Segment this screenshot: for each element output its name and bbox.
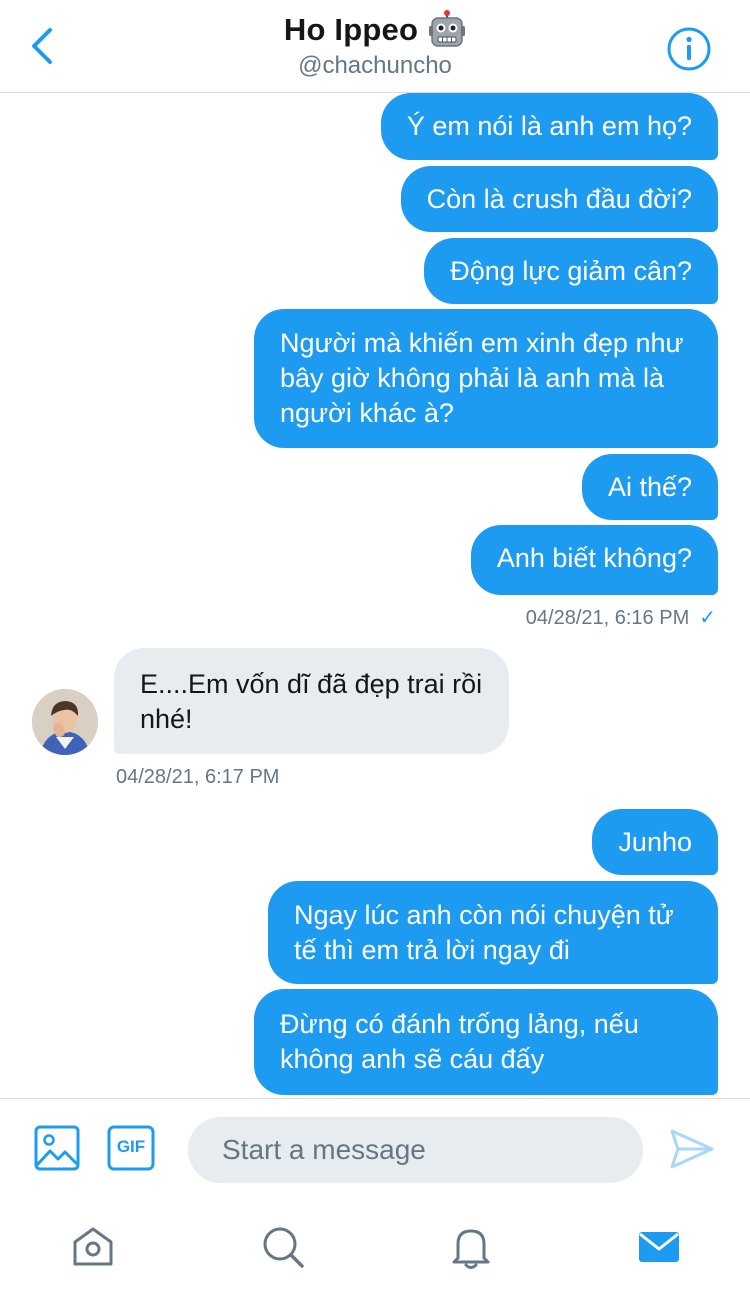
gif-label: GIF [116, 1137, 146, 1156]
robot-icon [429, 10, 466, 47]
message-text: Ngay lúc anh còn nói chuyện tử tế thì em… [294, 900, 674, 965]
message-text: Junho [618, 827, 692, 857]
message-text: E....Em vốn dĩ đã đẹp trai rồi nhé! [140, 669, 483, 734]
send-icon [670, 1129, 714, 1169]
send-button[interactable] [668, 1127, 716, 1171]
message-text: Còn là crush đầu đời? [426, 184, 692, 214]
message-text: Người mà khiến em xinh đẹp như bây giờ k… [280, 328, 684, 428]
tab-home[interactable] [68, 1222, 118, 1272]
home-icon [73, 1227, 113, 1266]
tab-notifications[interactable] [446, 1222, 496, 1272]
tab-messages[interactable] [634, 1222, 684, 1272]
message-bubble-outgoing[interactable]: Junho [592, 809, 718, 875]
bell-icon [452, 1229, 490, 1269]
timestamp-text: 04/28/21, 6:17 PM [116, 766, 280, 788]
image-icon [34, 1125, 80, 1171]
message-text: Đừng có đánh trống lảng, nếu không anh s… [280, 1009, 639, 1074]
message-text: Anh biết không? [496, 543, 692, 573]
conversation-header: Ho Ippeo @chachuncho [0, 0, 750, 93]
message-bubble-incoming[interactable]: E....Em vốn dĩ đã đẹp trai rồi nhé! [114, 648, 509, 754]
message-bubble-outgoing[interactable]: Anh biết không? [470, 525, 718, 595]
add-image-button[interactable] [34, 1125, 80, 1171]
message-timestamp: 04/28/21, 6:17 PM [116, 766, 279, 789]
message-composer: GIF [0, 1098, 750, 1203]
tab-search[interactable] [258, 1222, 308, 1272]
search-icon [263, 1227, 304, 1268]
conversation-handle: @chachuncho [298, 52, 452, 79]
message-bubble-outgoing[interactable]: Còn là crush đầu đời? [400, 166, 718, 232]
info-button[interactable] [666, 26, 712, 72]
message-bubble-outgoing[interactable]: Ý em nói là anh em họ? [380, 93, 718, 160]
avatar[interactable] [32, 689, 98, 755]
message-text: Động lực giảm cân? [450, 256, 692, 286]
message-timestamp: 04/28/21, 6:16 PM ✓ [526, 605, 716, 630]
avatar-image [32, 689, 98, 755]
conversation-title[interactable]: Ho Ippeo [284, 12, 418, 48]
info-icon [667, 27, 711, 71]
message-input[interactable] [188, 1117, 643, 1183]
message-bubble-outgoing[interactable]: Ngay lúc anh còn nói chuyện tử tế thì em… [268, 881, 718, 984]
bottom-tab-bar [0, 1202, 750, 1297]
message-text: Ý em nói là anh em họ? [406, 111, 692, 141]
mail-icon [639, 1232, 679, 1262]
read-check-icon: ✓ [699, 607, 716, 629]
message-bubble-outgoing[interactable]: Động lực giảm cân? [424, 238, 718, 304]
message-bubble-outgoing[interactable]: Người mà khiến em xinh đẹp như bây giờ k… [254, 309, 718, 448]
message-text: Ai thế? [607, 472, 692, 502]
add-gif-button[interactable]: GIF [107, 1125, 155, 1171]
timestamp-text: 04/28/21, 6:16 PM [525, 607, 690, 629]
message-bubble-outgoing[interactable]: Ai thế? [581, 454, 718, 520]
message-list[interactable]: Ý em nói là anh em họ? Còn là crush đầu … [0, 93, 750, 1098]
message-bubble-outgoing[interactable]: Đừng có đánh trống lảng, nếu không anh s… [254, 989, 718, 1095]
